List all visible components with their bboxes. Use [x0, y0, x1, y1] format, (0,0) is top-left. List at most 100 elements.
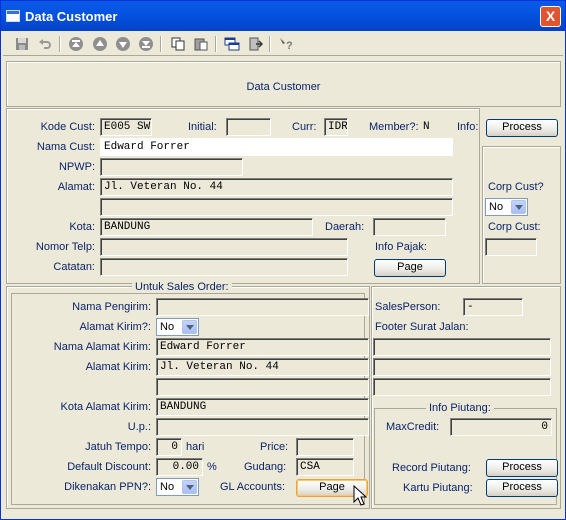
ppn-select-value: No	[160, 481, 175, 493]
gudang-label: Gudang:	[244, 461, 287, 473]
toolbar-separator	[215, 36, 217, 52]
alamat-label: Alamat:	[57, 181, 95, 193]
info-piutang-title: Info Piutang:	[426, 402, 494, 414]
default-discount-label: Default Discount:	[67, 461, 151, 473]
record-piutang-button[interactable]: Process	[486, 459, 558, 477]
info-label: Info:	[457, 121, 479, 133]
nama-cust-label: Nama Cust:	[36, 141, 95, 153]
maxcredit-field[interactable]: 0	[450, 418, 552, 436]
salesperson-label: SalesPerson:	[375, 301, 441, 313]
kartu-piutang-label: Kartu Piutang:	[403, 482, 473, 494]
telp-label: Nomor Telp:	[35, 241, 95, 253]
price-label: Price:	[260, 441, 289, 453]
discount-unit: %	[207, 461, 217, 473]
first-record-icon[interactable]	[67, 35, 85, 53]
initial-field[interactable]	[226, 118, 271, 136]
curr-label: Curr:	[292, 121, 317, 133]
pengirim-field[interactable]	[156, 298, 369, 316]
maxcredit-label: MaxCredit:	[386, 421, 440, 433]
window-title: Data Customer	[25, 9, 118, 24]
alamat-kirim-select-value: No	[160, 321, 175, 333]
kode-cust-label: Kode Cust:	[40, 121, 95, 133]
chevron-down-icon[interactable]	[511, 200, 526, 214]
price-field[interactable]	[296, 438, 354, 456]
close-button[interactable]: X	[540, 6, 561, 27]
curr-field[interactable]: IDR	[324, 118, 348, 136]
footer-field-2[interactable]	[373, 358, 551, 376]
window: Data Customer X ? Data Customer Kode Cus…	[0, 0, 566, 520]
salesperson-field[interactable]: -	[463, 298, 523, 316]
page-title: Data Customer	[246, 81, 321, 93]
pengirim-label: Nama Pengirim:	[72, 301, 151, 313]
corp-cust-label: Corp Cust:	[488, 221, 541, 233]
npwp-field[interactable]	[100, 158, 243, 176]
initial-label: Initial:	[188, 121, 217, 133]
catatan-field[interactable]	[100, 258, 348, 276]
nama-alamat-kirim-field[interactable]: Edward Forrer	[156, 338, 369, 356]
telp-field[interactable]	[100, 238, 348, 256]
kota-label: Kota:	[69, 221, 95, 233]
exit-icon[interactable]	[246, 35, 264, 53]
corp-cust-select-value: No	[489, 201, 504, 213]
copy-icon[interactable]	[169, 35, 187, 53]
alamat-field-2[interactable]	[100, 198, 453, 216]
alamat-kirim-select[interactable]: No	[156, 318, 199, 336]
toolbar-separator	[160, 36, 162, 52]
npwp-label: NPWP:	[58, 161, 95, 173]
undo-icon[interactable]	[36, 35, 54, 53]
jatuh-tempo-field[interactable]: 0	[156, 438, 182, 456]
paste-icon[interactable]	[192, 35, 210, 53]
footer-surat-jalan-label: Footer Surat Jalan:	[375, 321, 469, 333]
windows-icon[interactable]	[223, 35, 241, 53]
jatuh-tempo-label: Jatuh Tempo:	[85, 441, 151, 453]
alamat-field-1[interactable]: Jl. Veteran No. 44	[100, 178, 453, 196]
daerah-label: Daerah:	[325, 221, 365, 233]
svg-text:?: ?	[286, 40, 293, 52]
nama-cust-field[interactable]: Edward Forrer	[100, 138, 453, 156]
app-icon	[6, 10, 20, 22]
kota-kirim-label: Kota Alamat Kirim:	[60, 401, 151, 413]
corp-cust-question-label: Corp Cust?	[488, 181, 544, 193]
corp-cust-select[interactable]: No	[485, 198, 528, 216]
last-record-icon[interactable]	[137, 35, 155, 53]
gl-accounts-label: GL Accounts:	[220, 481, 286, 493]
up-label: U.p.:	[127, 421, 151, 433]
member-label: Member?:	[369, 121, 419, 133]
alamat-kirim-q-label: Alamat Kirim?:	[79, 321, 151, 333]
sales-order-group-title: Untuk Sales Order:	[132, 281, 232, 293]
info-pajak-label: Info Pajak:	[375, 241, 427, 253]
kode-cust-field[interactable]: E005 SW	[100, 118, 152, 136]
footer-field-1[interactable]	[373, 338, 551, 356]
catatan-label: Catatan:	[53, 261, 95, 273]
gudang-field[interactable]: CSA	[296, 458, 354, 476]
alamat-kirim-field-1[interactable]: Jl. Veteran No. 44	[156, 358, 369, 376]
toolbar: ?	[3, 32, 563, 56]
kartu-piutang-button[interactable]: Process	[486, 479, 558, 497]
save-icon[interactable]	[13, 35, 31, 53]
previous-record-icon[interactable]	[91, 35, 109, 53]
toolbar-separator	[59, 36, 61, 52]
toolbar-separator	[269, 36, 271, 52]
info-pajak-page-button[interactable]: Page	[374, 259, 446, 277]
jatuh-tempo-unit: hari	[186, 441, 205, 453]
member-value: N	[423, 121, 430, 133]
kota-kirim-field[interactable]: BANDUNG	[156, 398, 369, 416]
mouse-cursor-icon	[353, 485, 367, 506]
ppn-select[interactable]: No	[156, 478, 199, 496]
title-bar[interactable]: Data Customer X	[1, 1, 565, 31]
chevron-down-icon[interactable]	[182, 480, 197, 494]
corp-cust-field[interactable]	[485, 238, 537, 256]
record-piutang-label: Record Piutang:	[392, 462, 471, 474]
kota-field[interactable]: BANDUNG	[100, 218, 313, 236]
info-process-button[interactable]: Process	[486, 119, 558, 137]
chevron-down-icon[interactable]	[182, 320, 197, 334]
help-icon[interactable]: ?	[277, 35, 295, 53]
default-discount-field[interactable]: 0.00	[156, 458, 203, 476]
daerah-field[interactable]	[373, 218, 446, 236]
ppn-label: Dikenakan PPN?:	[64, 481, 151, 493]
header-panel: Data Customer	[6, 61, 561, 107]
alamat-kirim-field-2[interactable]	[156, 378, 369, 396]
footer-field-3[interactable]	[373, 378, 551, 396]
up-field[interactable]	[156, 418, 369, 436]
next-record-icon[interactable]	[114, 35, 132, 53]
